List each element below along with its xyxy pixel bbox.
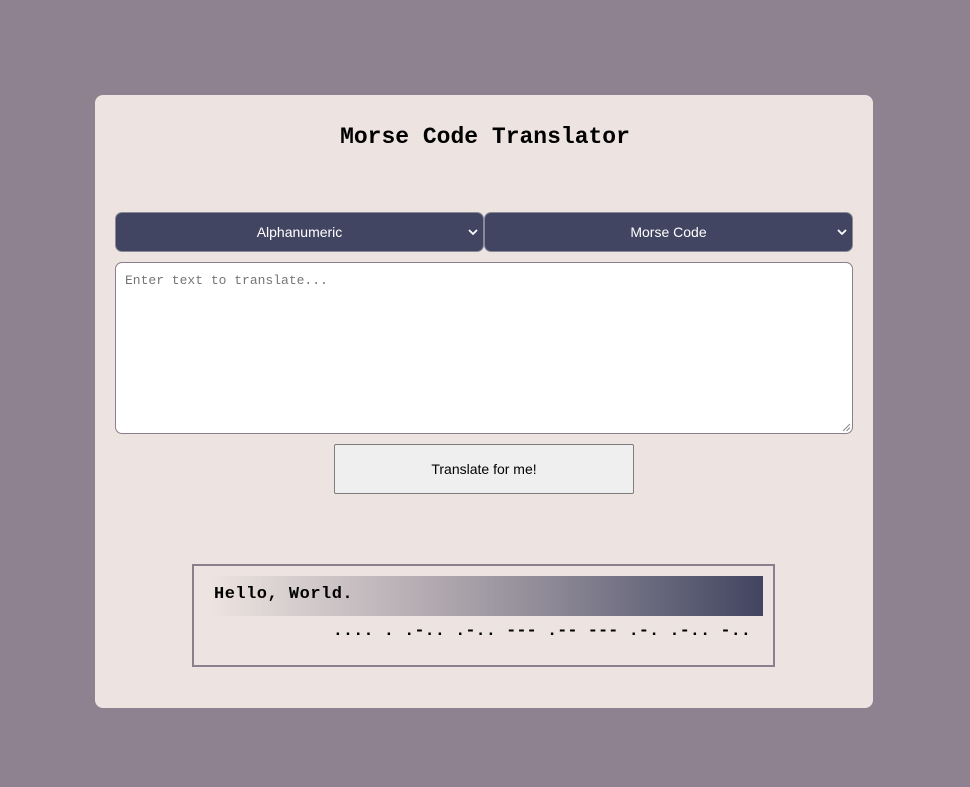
chevron-down-icon <box>837 229 847 235</box>
chevron-down-icon <box>468 229 478 235</box>
target-language-select[interactable]: Morse Code <box>484 212 853 252</box>
resize-grip-icon[interactable] <box>842 423 851 432</box>
source-language-value: Alphanumeric <box>256 224 343 240</box>
page-title: Morse Code Translator <box>340 124 630 150</box>
result-panel: Hello, World. .... . .-.. .-.. --- .-- -… <box>192 564 775 667</box>
source-language-select[interactable]: Alphanumeric <box>115 212 484 252</box>
result-source-text: Hello, World. <box>214 585 354 604</box>
result-morse-text: .... . .-.. .-.. --- .-- --- .-. .-.. -.… <box>332 622 751 641</box>
target-language-value: Morse Code <box>630 224 707 240</box>
translate-button[interactable]: Translate for me! <box>334 444 634 494</box>
translate-input[interactable] <box>115 262 853 434</box>
